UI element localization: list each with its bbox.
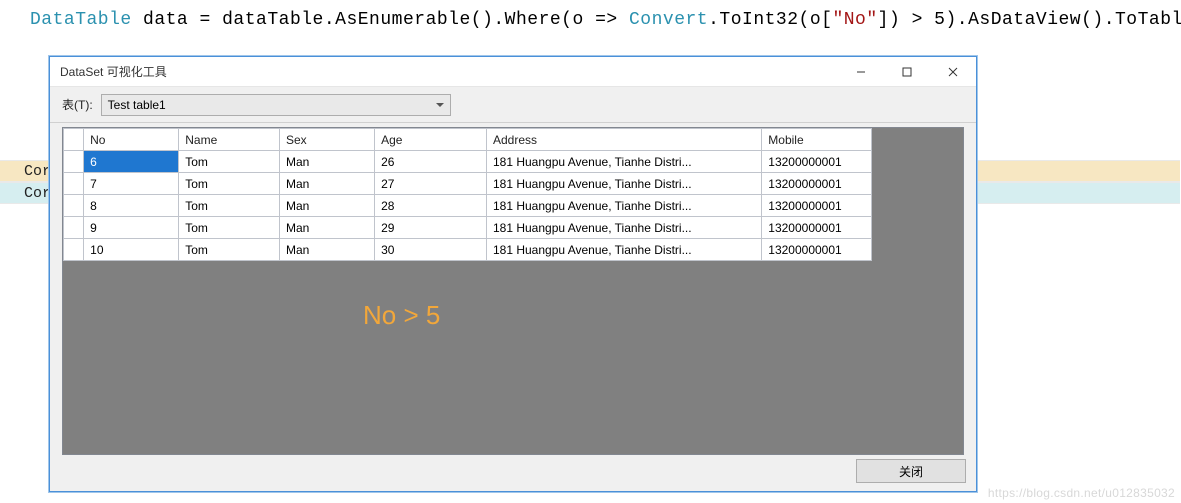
cell-mob[interactable]: 13200000001 <box>762 217 872 239</box>
cell-name[interactable]: Tom <box>179 173 280 195</box>
cell-mob[interactable]: 13200000001 <box>762 151 872 173</box>
datagrid-area: NoNameSexAgeAddressMobile6TomMan26181 Hu… <box>62 127 964 455</box>
cell-mob[interactable]: 13200000001 <box>762 239 872 261</box>
code-line: DataTable data = dataTable.AsEnumerable(… <box>0 0 1181 30</box>
table-row[interactable]: 10TomMan30181 Huangpu Avenue, Tianhe Dis… <box>64 239 872 261</box>
cell-name[interactable]: Tom <box>179 151 280 173</box>
watermark: https://blog.csdn.net/u012835032 <box>988 486 1175 500</box>
column-header[interactable]: Sex <box>279 129 374 151</box>
bg-row-text: Cor <box>0 185 51 202</box>
close-dialog-button[interactable]: 关闭 <box>856 459 966 483</box>
cell-age[interactable]: 29 <box>375 217 487 239</box>
toolbar: 表(T): Test table1 <box>50 87 976 123</box>
table-row[interactable]: 7TomMan27181 Huangpu Avenue, Tianhe Dist… <box>64 173 872 195</box>
column-header[interactable]: Mobile <box>762 129 872 151</box>
cell-age[interactable]: 30 <box>375 239 487 261</box>
cell-sex[interactable]: Man <box>279 173 374 195</box>
bg-row-text: Cor <box>0 163 51 180</box>
cell-sex[interactable]: Man <box>279 151 374 173</box>
minimize-button[interactable] <box>838 57 884 87</box>
titlebar[interactable]: DataSet 可视化工具 <box>50 57 976 87</box>
cell-name[interactable]: Tom <box>179 195 280 217</box>
column-header[interactable]: Age <box>375 129 487 151</box>
cell-addr[interactable]: 181 Huangpu Avenue, Tianhe Distri... <box>486 217 761 239</box>
cell-addr[interactable]: 181 Huangpu Avenue, Tianhe Distri... <box>486 239 761 261</box>
column-header[interactable]: Name <box>179 129 280 151</box>
cell-no[interactable]: 6 <box>84 151 179 173</box>
dialog-footer: 关闭 <box>856 459 966 483</box>
cell-sex[interactable]: Man <box>279 239 374 261</box>
close-button[interactable] <box>930 57 976 87</box>
datagrid[interactable]: NoNameSexAgeAddressMobile6TomMan26181 Hu… <box>63 128 872 261</box>
cell-sex[interactable]: Man <box>279 217 374 239</box>
column-header[interactable]: No <box>84 129 179 151</box>
table-row[interactable]: 9TomMan29181 Huangpu Avenue, Tianhe Dist… <box>64 217 872 239</box>
cell-addr[interactable]: 181 Huangpu Avenue, Tianhe Distri... <box>486 173 761 195</box>
chevron-down-icon <box>436 103 444 107</box>
dataset-visualizer-window: DataSet 可视化工具 表(T): Test table1 NoNameSe… <box>49 56 977 492</box>
cell-age[interactable]: 28 <box>375 195 487 217</box>
cell-addr[interactable]: 181 Huangpu Avenue, Tianhe Distri... <box>486 195 761 217</box>
cell-no[interactable]: 9 <box>84 217 179 239</box>
column-header[interactable]: Address <box>486 129 761 151</box>
cell-mob[interactable]: 13200000001 <box>762 173 872 195</box>
cell-sex[interactable]: Man <box>279 195 374 217</box>
table-label: 表(T): <box>62 96 93 113</box>
table-select[interactable]: Test table1 <box>101 94 451 116</box>
cell-addr[interactable]: 181 Huangpu Avenue, Tianhe Distri... <box>486 151 761 173</box>
maximize-button[interactable] <box>884 57 930 87</box>
cell-no[interactable]: 8 <box>84 195 179 217</box>
cell-name[interactable]: Tom <box>179 217 280 239</box>
overlay-caption: No > 5 <box>363 300 440 331</box>
cell-age[interactable]: 26 <box>375 151 487 173</box>
window-title: DataSet 可视化工具 <box>60 63 838 80</box>
cell-name[interactable]: Tom <box>179 239 280 261</box>
table-row[interactable]: 6TomMan26181 Huangpu Avenue, Tianhe Dist… <box>64 151 872 173</box>
cell-age[interactable]: 27 <box>375 173 487 195</box>
cell-no[interactable]: 7 <box>84 173 179 195</box>
cell-mob[interactable]: 13200000001 <box>762 195 872 217</box>
table-row[interactable]: 8TomMan28181 Huangpu Avenue, Tianhe Dist… <box>64 195 872 217</box>
cell-no[interactable]: 10 <box>84 239 179 261</box>
combo-value: Test table1 <box>108 98 166 112</box>
